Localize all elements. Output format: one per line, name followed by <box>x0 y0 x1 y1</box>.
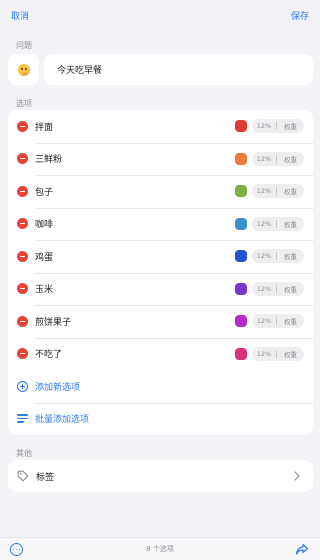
option-row[interactable]: 鸡蛋 12% 权重 <box>8 240 313 273</box>
tag-icon <box>17 470 29 482</box>
add-option-button[interactable]: 添加新选项 <box>8 370 313 403</box>
option-color-swatch[interactable] <box>235 282 247 295</box>
option-count: 8 个选项 <box>146 545 174 553</box>
weight-label: 权重 <box>284 123 297 132</box>
option-percent: 12% <box>256 219 272 228</box>
remove-option-icon[interactable] <box>17 185 28 197</box>
option-color-swatch[interactable] <box>235 250 247 263</box>
option-label[interactable]: 包子 <box>35 185 235 198</box>
weight-label: 权重 <box>284 285 297 294</box>
option-percent: 12% <box>256 284 272 293</box>
list-lines-icon <box>17 414 28 423</box>
question-text: 今天吃早餐 <box>57 66 103 76</box>
option-row[interactable]: 拌面 12% 权重 <box>8 110 313 143</box>
option-color-swatch[interactable] <box>235 347 247 360</box>
add-circle-icon <box>17 380 28 392</box>
weight-pill[interactable]: 12% 权重 <box>252 119 304 134</box>
option-color-swatch[interactable] <box>235 217 247 230</box>
option-percent: 12% <box>256 349 272 358</box>
option-color-swatch[interactable] <box>235 120 247 133</box>
option-label[interactable]: 鸡蛋 <box>35 250 235 263</box>
option-percent: 12% <box>256 252 272 261</box>
option-row[interactable]: 咖啡 12% 权重 <box>8 207 313 241</box>
weight-pill[interactable]: 12% 权重 <box>252 249 304 264</box>
weight-label: 权重 <box>284 253 297 262</box>
other-card: 标签 <box>8 460 313 492</box>
weight-label: 权重 <box>284 188 297 197</box>
tags-label: 标签 <box>36 472 55 483</box>
save-button[interactable]: 保存 <box>291 9 309 22</box>
emoji-picker-button[interactable] <box>8 54 39 85</box>
question-section-label: 问题 <box>16 41 32 50</box>
chevron-right-icon <box>294 471 300 481</box>
option-percent: 12% <box>256 317 272 326</box>
weight-label: 权重 <box>284 220 297 229</box>
option-row[interactable]: 玉米 12% 权重 <box>8 272 313 306</box>
question-input[interactable]: 今天吃早餐 <box>44 54 313 85</box>
weight-pill[interactable]: 12% 权重 <box>252 281 304 296</box>
other-section-label: 其他 <box>16 449 32 458</box>
remove-option-icon[interactable] <box>17 315 28 327</box>
option-label[interactable]: 拌面 <box>35 120 235 133</box>
option-label[interactable]: 玉米 <box>35 282 235 295</box>
option-percent: 12% <box>256 154 272 163</box>
option-label[interactable]: 咖啡 <box>35 217 235 230</box>
weight-pill[interactable]: 12% 权重 <box>252 184 304 199</box>
add-option-label: 添加新选项 <box>35 382 81 393</box>
option-color-swatch[interactable] <box>235 152 247 165</box>
options-card: 拌面 12% 权重 三鲜粉 12% 权重 包子 12% 权重 咖啡 12% 权重 鸡蛋 12% 权重 玉米 12… <box>8 110 313 435</box>
weight-label: 权重 <box>284 350 297 359</box>
option-label[interactable]: 三鲜粉 <box>35 152 235 165</box>
option-label[interactable]: 煎饼果子 <box>35 315 235 328</box>
remove-option-icon[interactable] <box>17 120 28 132</box>
option-label[interactable]: 不吃了 <box>35 347 235 360</box>
remove-option-icon[interactable] <box>17 283 28 295</box>
remove-option-icon[interactable] <box>17 348 28 360</box>
share-icon[interactable] <box>295 543 309 556</box>
option-color-swatch[interactable] <box>235 315 247 328</box>
options-section-label: 选项 <box>16 99 32 108</box>
option-row[interactable]: 煎饼果子 12% 权重 <box>8 305 313 338</box>
weight-pill[interactable]: 12% 权重 <box>252 314 304 329</box>
cancel-button[interactable]: 取消 <box>11 9 29 22</box>
option-percent: 12% <box>256 122 272 131</box>
remove-option-icon[interactable] <box>17 250 28 262</box>
weight-label: 权重 <box>284 155 297 164</box>
weight-label: 权重 <box>284 318 297 327</box>
batch-add-button[interactable]: 批量添加选项 <box>8 402 313 436</box>
weight-pill[interactable]: 12% 权重 <box>252 346 304 361</box>
option-color-swatch[interactable] <box>235 185 247 198</box>
option-percent: 12% <box>256 187 272 196</box>
option-row[interactable]: 三鲜粉 12% 权重 <box>8 142 313 176</box>
tags-row[interactable]: 标签 <box>8 460 313 492</box>
option-row[interactable]: 不吃了 12% 权重 <box>8 337 313 371</box>
remove-option-icon[interactable] <box>17 153 28 165</box>
remove-option-icon[interactable] <box>17 218 28 230</box>
top-bar: 取消 保存 <box>0 0 320 30</box>
more-options-button[interactable] <box>10 543 23 556</box>
batch-add-label: 批量添加选项 <box>35 415 90 426</box>
option-row[interactable]: 包子 12% 权重 <box>8 175 313 208</box>
weight-pill[interactable]: 12% 权重 <box>252 216 304 231</box>
thinking-face-icon <box>17 63 30 76</box>
weight-pill[interactable]: 12% 权重 <box>252 151 304 166</box>
bottom-bar: 8 个选项 <box>0 537 320 560</box>
